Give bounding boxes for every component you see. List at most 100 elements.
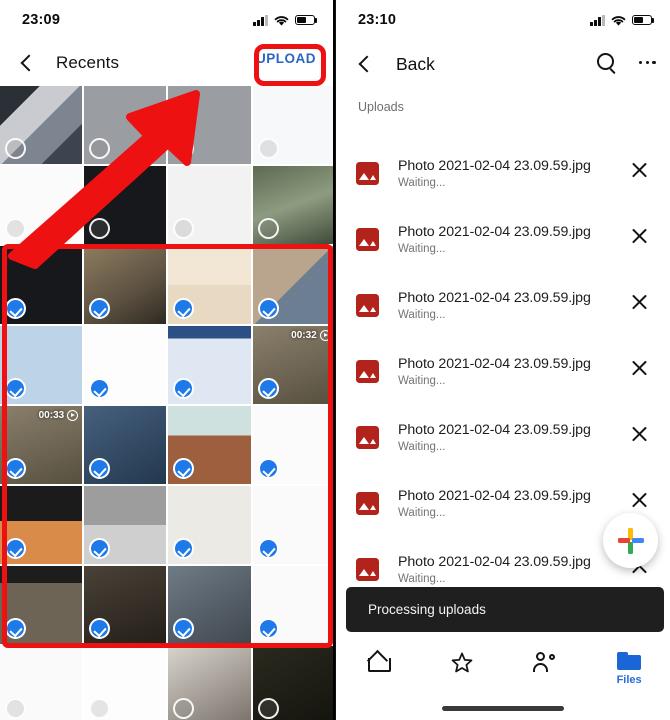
folder-icon: [617, 652, 642, 670]
snackbar-message: Processing uploads: [368, 602, 486, 617]
close-icon[interactable]: [630, 161, 649, 180]
upload-status: Waiting...: [398, 506, 446, 519]
upload-row-text: Photo 2021-02-04 23.09.59.jpg Waiting...: [398, 356, 591, 387]
upload-row[interactable]: Photo 2021-02-04 23.09.59.jpg Waiting...: [336, 338, 670, 404]
nav-item-starred[interactable]: [420, 652, 504, 673]
photo-thumbnail[interactable]: [252, 646, 333, 720]
nav-item-shared[interactable]: [504, 652, 588, 672]
photo-thumbnail[interactable]: [84, 406, 167, 484]
image-file-icon: [356, 491, 379, 515]
google-plus-add-icon: [617, 527, 644, 554]
upload-row-text: Photo 2021-02-04 23.09.59.jpg Waiting...: [398, 224, 591, 255]
pointer-arrow-annotation: [8, 90, 200, 269]
upload-file-name: Photo 2021-02-04 23.09.59.jpg: [398, 355, 591, 372]
video-duration-text: 00:33: [38, 410, 65, 421]
upload-file-name: Photo 2021-02-04 23.09.59.jpg: [398, 223, 591, 240]
shared-people-icon: [533, 652, 557, 672]
photo-thumbnail[interactable]: [168, 406, 251, 484]
upload-status: Waiting...: [398, 572, 446, 585]
close-icon[interactable]: [630, 293, 649, 312]
status-clock: 23:10: [358, 12, 397, 28]
video-duration-badge: 00:32: [291, 330, 331, 341]
selected-check-badge[interactable]: [5, 298, 26, 319]
nav-item-files[interactable]: Files: [587, 652, 670, 686]
play-icon: [319, 330, 331, 341]
unselected-circle-badge[interactable]: [5, 698, 26, 719]
image-file-icon: [356, 557, 379, 581]
selected-check-badge[interactable]: [257, 298, 279, 319]
wifi-icon: [274, 15, 289, 26]
photo-thumbnail[interactable]: [84, 646, 167, 720]
upload-row[interactable]: Photo 2021-02-04 23.09.59.jpg Waiting...: [336, 206, 670, 272]
upload-status: Waiting...: [398, 242, 446, 255]
photo-thumbnail[interactable]: [0, 486, 83, 564]
selected-check-badge[interactable]: [257, 538, 279, 559]
photo-grid-row: [0, 486, 333, 564]
image-file-icon: [356, 293, 379, 317]
upload-file-name: Photo 2021-02-04 23.09.59.jpg: [398, 289, 591, 306]
close-icon[interactable]: [630, 491, 649, 510]
right-app-bar: Back: [336, 40, 670, 88]
dual-screenshot-container: 23:09 Recents UPLOAD 00:32 00:33 23:10 B…: [0, 0, 670, 720]
upload-row-text: Photo 2021-02-04 23.09.59.jpg Waiting...: [398, 158, 591, 189]
close-icon[interactable]: [630, 359, 649, 378]
close-icon[interactable]: [630, 227, 649, 246]
photo-thumbnail[interactable]: [168, 326, 251, 404]
photo-thumbnail[interactable]: [168, 566, 251, 644]
upload-file-name: Photo 2021-02-04 23.09.59.jpg: [398, 157, 591, 174]
app-bar-actions: [596, 52, 656, 73]
nav-item-home[interactable]: [336, 652, 420, 672]
upload-row[interactable]: Photo 2021-02-04 23.09.59.jpg Waiting...: [336, 272, 670, 338]
back-title: Back: [396, 53, 435, 74]
photo-thumbnail[interactable]: [252, 566, 333, 644]
left-phone-screen: 23:09 Recents UPLOAD 00:32 00:33: [0, 0, 335, 720]
wifi-icon: [611, 15, 626, 26]
photo-thumbnail[interactable]: [0, 326, 83, 404]
upload-file-name: Photo 2021-02-04 23.09.59.jpg: [398, 487, 591, 504]
status-indicators: [590, 14, 655, 27]
selected-check-badge[interactable]: [257, 618, 279, 639]
selected-check-badge[interactable]: [5, 538, 26, 559]
photo-thumbnail[interactable]: 00:32: [252, 326, 333, 404]
photo-thumbnail[interactable]: [168, 486, 251, 564]
upload-row[interactable]: Photo 2021-02-04 23.09.59.jpg Waiting...: [336, 404, 670, 470]
selected-check-badge[interactable]: [5, 378, 26, 399]
star-icon: [451, 652, 472, 673]
photo-thumbnail[interactable]: [0, 646, 83, 720]
add-new-fab[interactable]: [603, 513, 658, 568]
photo-thumbnail[interactable]: [252, 486, 333, 564]
upload-row-text: Photo 2021-02-04 23.09.59.jpg Waiting...: [398, 554, 591, 585]
upload-status: Waiting...: [398, 374, 446, 387]
selected-check-badge[interactable]: [257, 458, 279, 479]
upload-button-highlight: [254, 44, 326, 86]
search-icon[interactable]: [596, 52, 617, 73]
photo-thumbnail[interactable]: [168, 646, 251, 720]
right-phone-screen: 23:10 Back Uploads Photo 2021-02-04 23.0…: [335, 0, 670, 720]
battery-icon: [295, 14, 318, 26]
close-icon[interactable]: [630, 425, 649, 444]
selected-check-badge[interactable]: [5, 458, 26, 479]
selected-check-badge[interactable]: [5, 618, 26, 639]
home-indicator: [442, 706, 564, 711]
upload-file-name: Photo 2021-02-04 23.09.59.jpg: [398, 421, 591, 438]
upload-row[interactable]: Photo 2021-02-04 23.09.59.jpg Waiting...: [336, 140, 670, 206]
selected-check-badge[interactable]: [257, 378, 279, 399]
play-icon: [67, 410, 79, 421]
left-status-bar: 23:09: [0, 0, 333, 40]
unselected-circle-badge[interactable]: [257, 698, 279, 719]
upload-status: Waiting...: [398, 440, 446, 453]
photo-thumbnail[interactable]: [84, 566, 167, 644]
upload-file-name: Photo 2021-02-04 23.09.59.jpg: [398, 553, 591, 570]
home-icon: [367, 652, 392, 672]
photo-thumbnail[interactable]: [84, 326, 167, 404]
chevron-left-icon[interactable]: [352, 51, 378, 77]
more-options-icon[interactable]: [638, 60, 656, 65]
photo-thumbnail[interactable]: [84, 486, 167, 564]
upload-status: Waiting...: [398, 176, 446, 189]
photo-thumbnail[interactable]: [0, 566, 83, 644]
video-duration-text: 00:32: [291, 330, 317, 341]
photo-thumbnail[interactable]: 00:33: [0, 406, 83, 484]
section-header: Uploads: [358, 100, 404, 114]
upload-row-text: Photo 2021-02-04 23.09.59.jpg Waiting...: [398, 422, 591, 453]
photo-thumbnail[interactable]: [252, 406, 333, 484]
